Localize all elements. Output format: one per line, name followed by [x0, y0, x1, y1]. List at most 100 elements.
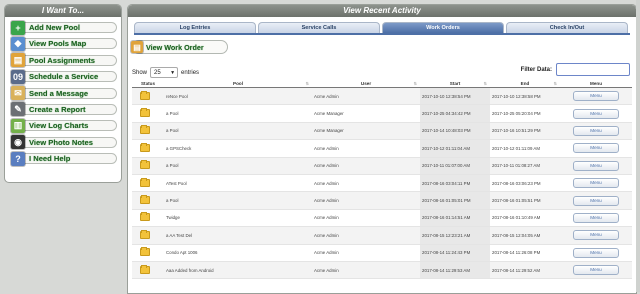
row-menu-button[interactable]: Menu	[573, 195, 619, 206]
assignments-icon: ▤	[11, 53, 25, 68]
row-menu-button[interactable]: Menu	[573, 125, 619, 136]
menu-cell: Menu	[560, 87, 632, 106]
row-menu-button[interactable]: Menu	[573, 247, 619, 258]
action-label: View Log Charts	[29, 121, 89, 131]
recent-activity-panel: View Recent Activity Log Entries Service …	[127, 4, 637, 294]
tab-service-calls[interactable]: Service Calls	[258, 22, 380, 33]
column-header-pool[interactable]: Pool ⇅	[164, 80, 312, 88]
row-menu-button[interactable]: Menu	[573, 143, 619, 154]
column-header-end[interactable]: End ⇅	[490, 80, 560, 88]
column-header-status[interactable]: Status	[132, 80, 164, 88]
pool-cell: ATest Pool	[164, 174, 312, 193]
page-scrollbar[interactable]	[636, 0, 640, 292]
user-cell: Acme Manager	[312, 104, 420, 123]
show-label: Show	[132, 69, 148, 76]
action-chart[interactable]: ▥ View Log Charts	[11, 118, 121, 133]
status-cell	[132, 261, 164, 280]
table-row[interactable]: a Pool Acme Admin 2017-08-16 01:05:01 PM 20…	[132, 191, 632, 210]
view-work-order-button[interactable]: ▤ View Work Order	[131, 40, 228, 54]
start-cell: 2017-10-11 01:07:00 AM	[420, 157, 490, 175]
menu-cell: Menu	[560, 174, 632, 193]
tab-check-in-out[interactable]: Check In/Out	[506, 22, 628, 33]
table-row[interactable]: Aaa Added from Android Acme Admin 2017-08-…	[132, 261, 632, 280]
sort-icon: ⇅	[553, 81, 557, 86]
menu-cell: Menu	[560, 157, 632, 175]
menu-cell: Menu	[560, 104, 632, 123]
row-menu-button[interactable]: Menu	[573, 108, 619, 119]
table-header-row: Status Pool ⇅ User ⇅ Start ⇅ End ⇅ Menu	[132, 80, 632, 88]
table-row[interactable]: a GPSCheck Acme Admin 2017-10-12 01:11:04 …	[132, 139, 632, 158]
table-row[interactable]: a Pool Acme Manager 2017-10-25 04:34:42 PM…	[132, 104, 632, 123]
table-row[interactable]: reNce Pool Acme Admin 2017-10-10 12:38:54 …	[132, 87, 632, 106]
pool-cell: Aaa Added from Android	[164, 261, 312, 280]
row-menu-button[interactable]: Menu	[573, 178, 619, 189]
user-cell: Acme Admin	[312, 157, 420, 175]
action-report[interactable]: ✎ Create a Report	[11, 102, 121, 117]
camera-icon: ◉	[11, 135, 25, 150]
work-orders-table: Status Pool ⇅ User ⇅ Start ⇅ End ⇅ Menu reNce Poo…	[132, 80, 632, 280]
folder-icon	[140, 177, 150, 187]
action-assignments[interactable]: ▤ Pool Assignments	[11, 53, 121, 68]
folder-icon	[140, 142, 150, 152]
start-cell: 2017-08-15 12:23:21 AM	[420, 226, 490, 245]
action-label: I Need Help	[29, 154, 71, 164]
user-cell: Acme Admin	[312, 174, 420, 193]
pool-cell: a AA Test Del	[164, 226, 312, 245]
folder-icon	[140, 195, 150, 205]
action-envelope[interactable]: ✉ Send a Message	[11, 86, 121, 101]
entries-per-page-value: 25	[154, 70, 161, 76]
folder-icon	[140, 264, 150, 274]
show-entries-control: Show 25 ▼ entries	[132, 67, 199, 78]
table-row[interactable]: Twidge Acme Admin 2017-08-16 01:14:51 AM 20…	[132, 209, 632, 228]
pool-cell: a GPSCheck	[164, 139, 312, 158]
row-menu-button[interactable]: Menu	[573, 212, 619, 223]
menu-cell: Menu	[560, 244, 632, 262]
status-cell	[132, 139, 164, 158]
table-row[interactable]: a Pool Acme Admin 2017-10-11 01:07:00 AM 20…	[132, 157, 632, 175]
row-menu-button[interactable]: Menu	[573, 230, 619, 241]
start-cell: 2017-08-14 11:24:43 PM	[420, 244, 490, 262]
row-menu-button[interactable]: Menu	[573, 160, 619, 171]
i-want-to-panel: I Want To... + Add New Pool ◆ View Pools Ma…	[4, 4, 122, 183]
table-row[interactable]: ATest Pool Acme Admin 2017-08-16 03:04:11 …	[132, 174, 632, 193]
sort-icon: ⇅	[413, 81, 417, 86]
filter-input[interactable]	[556, 63, 630, 76]
status-cell	[132, 87, 164, 106]
user-cell: Acme Admin	[312, 139, 420, 158]
filter-label: Filter Data:	[520, 66, 552, 73]
column-header-start[interactable]: Start ⇅	[420, 80, 490, 88]
pool-cell: a Pool	[164, 104, 312, 123]
action-map[interactable]: ◆ View Pools Map	[11, 36, 121, 51]
start-cell: 2017-08-16 01:14:51 AM	[420, 209, 490, 228]
entries-per-page-select[interactable]: 25 ▼	[150, 67, 179, 78]
row-menu-button[interactable]: Menu	[573, 265, 619, 276]
action-camera[interactable]: ◉ View Photo Notes	[11, 135, 121, 150]
column-header-label: End	[520, 81, 530, 86]
pool-cell: Twidge	[164, 209, 312, 228]
column-header-label: Start	[449, 81, 461, 86]
end-cell: 2017-08-16 01:05:51 PM	[490, 191, 560, 210]
row-menu-button[interactable]: Menu	[573, 91, 619, 102]
folder-icon	[140, 125, 150, 135]
table-row[interactable]: a Pool Acme Manager 2017-10-14 10:48:03 PM…	[132, 122, 632, 141]
tab-log-entries[interactable]: Log Entries	[134, 22, 256, 33]
table-row[interactable]: a AA Test Del Acme Admin 2017-08-15 12:23:…	[132, 226, 632, 245]
add-pool-icon: +	[11, 20, 25, 35]
tab-work-orders[interactable]: Work Orders	[382, 22, 504, 33]
action-add-pool[interactable]: + Add New Pool	[11, 20, 121, 35]
sort-icon: ⇅	[305, 81, 309, 86]
user-cell: Acme Manager	[312, 122, 420, 141]
action-label: Create a Report	[29, 104, 86, 114]
menu-cell: Menu	[560, 139, 632, 158]
column-header-menu[interactable]: Menu	[560, 80, 632, 88]
envelope-icon: ✉	[11, 86, 25, 101]
recent-activity-title: View Recent Activity	[128, 5, 636, 17]
action-help[interactable]: ? I Need Help	[11, 151, 121, 166]
filter-data-control: Filter Data:	[521, 63, 630, 76]
user-cell: Acme Admin	[312, 226, 420, 245]
column-header-user[interactable]: User ⇅	[312, 80, 420, 88]
table-row[interactable]: Condo Apt 1006 Acme Admin 2017-08-14 11:24…	[132, 244, 632, 262]
status-cell	[132, 209, 164, 228]
user-cell: Acme Admin	[312, 87, 420, 106]
action-calendar[interactable]: 09 Schedule a Service	[11, 69, 121, 84]
